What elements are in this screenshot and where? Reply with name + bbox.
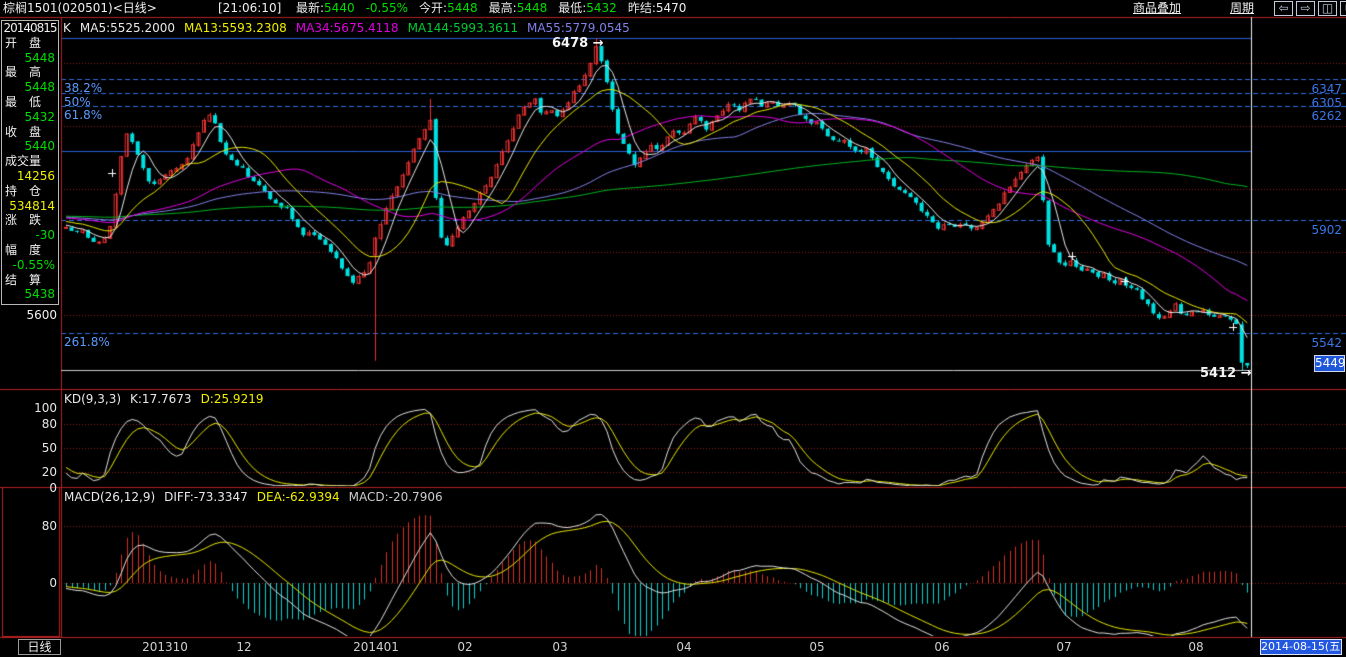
quote-row-value: 5438 [24, 287, 55, 302]
ma-readout-item: MA13:5593.2308 [184, 21, 287, 35]
quote-row-label: 持 仓 [5, 183, 42, 198]
axis-tick: 12 [236, 640, 252, 654]
back-arrow-icon[interactable]: ⇦ [1274, 1, 1293, 16]
quote-row-label: 涨 跌 [5, 213, 42, 228]
quote-panel: 20140815 开 盘 5448 最 高 5448 最 低 5432 收 盘 5440 成交量 1… [1, 20, 59, 305]
top-bar: 棕榈1501(020501)<日线> [21:06:10] 最新:5440 -0.… [0, 0, 1346, 17]
left-axis-price-label: 5600 [26, 308, 57, 322]
summary-field-value: 5470 [655, 1, 687, 15]
quote-row-label: 最 低 [5, 94, 42, 109]
axis-tick: 06 [934, 640, 950, 654]
low-annotation: 5412 → [1200, 366, 1252, 381]
cursor-date-badge: 2014-08-15(五) [1260, 639, 1342, 655]
quote-row-value: 5440 [24, 139, 55, 154]
link-commodity-overlay[interactable]: 商品叠加 [1133, 0, 1181, 16]
kd-scale-label: 20 [41, 465, 57, 479]
summary-field: 今开:5448 [419, 0, 478, 16]
quote-row-value: -0.55% [12, 257, 55, 272]
quote-row-value: 5448 [24, 80, 55, 95]
link-period[interactable]: 周期 [1230, 0, 1254, 16]
macd-readout-item: DIFF:-73.3347 [164, 490, 248, 504]
high-annotation: 6478 → [552, 36, 604, 51]
quote-row-label: 开 盘 [5, 35, 42, 50]
kd-readout: KD(9,3,3) K:17.7673 D:25.9219 [64, 392, 263, 406]
ma-readout-item: K [63, 21, 71, 35]
period-selector[interactable]: 日线 [18, 639, 61, 655]
time-axis: 日线 201310 12 201401 02 03 04 05 06 07 08 2014-08-… [0, 638, 1346, 657]
macd-readout-item: MACD(26,12,9) [64, 490, 156, 504]
fib-level-label: 61.8% [64, 108, 103, 123]
summary-field: 最新:5440 [296, 0, 355, 16]
forward-arrow-icon[interactable]: ⇨ [1296, 1, 1315, 16]
summary-field-value: -0.55% [365, 1, 409, 15]
quote-row-value: 534814 [9, 198, 55, 213]
axis-tick: 05 [809, 640, 825, 654]
axis-tick: 03 [552, 640, 568, 654]
fib-level-label: 261.8% [64, 335, 110, 350]
instrument-title: 棕榈1501(020501)<日线> [3, 1, 157, 15]
latest-price-badge: 5449 [1314, 354, 1346, 372]
ma-readout-item: MA5:5525.2000 [79, 21, 176, 35]
quote-row-value: 5432 [24, 109, 55, 124]
quote-row-label: 最 高 [5, 65, 42, 80]
fib-level-label: 38.2% [64, 81, 103, 96]
axis-tick: 02 [457, 640, 473, 654]
summary-field-label: 最新: [296, 1, 325, 15]
kd-scale-label: 80 [41, 417, 57, 431]
ma-readout-item: MA34:5675.4118 [295, 21, 399, 35]
chart-canvas[interactable] [0, 0, 1346, 657]
axis-tick: 04 [676, 640, 692, 654]
axis-tick: 201401 [353, 640, 399, 654]
summary-field-value: 5440 [324, 1, 355, 15]
kd-scale-label: 100 [34, 401, 57, 415]
kd-scale-label: 50 [41, 441, 57, 455]
right-axis-price-label: 5902 [1311, 222, 1342, 237]
ma-readout: K MA5:5525.2000 MA13:5593.2308 MA34:5675.41… [63, 21, 630, 35]
quote-row-value: 5448 [24, 50, 55, 65]
ma-readout-item: MA144:5993.3611 [407, 21, 518, 35]
summary-field-label: 最高: [488, 1, 517, 15]
quote-row-label: 收 盘 [5, 124, 42, 139]
kd-scale-label: 0 [49, 481, 57, 495]
summary-field-label: 昨结: [627, 1, 656, 15]
quote-date: 20140815 [3, 21, 57, 35]
macd-scale-label: 80 [41, 519, 57, 533]
summary-field-value: 5448 [516, 1, 548, 15]
axis-tick: 08 [1188, 640, 1204, 654]
summary-field-value: 5432 [586, 1, 617, 15]
axis-tick: 201310 [142, 640, 188, 654]
macd-readout-item: MACD:-20.7906 [348, 490, 443, 504]
summary-field: -0.55% [366, 0, 408, 16]
nav-icon-group: ⇦⇨◫⧉ [1274, 1, 1346, 16]
summary-field: 最低:5432 [558, 0, 617, 16]
quote-row-label: 成交量 [5, 154, 42, 169]
kd-readout-item: K:17.7673 [130, 392, 192, 406]
trading-terminal: 棕榈1501(020501)<日线> [21:06:10] 最新:5440 -0.… [0, 0, 1346, 657]
summary-field-value: 5448 [447, 1, 478, 15]
quote-row-value: -30 [35, 228, 55, 243]
macd-readout: MACD(26,12,9) DIFF:-73.3347 DEA:-62.9394 MA… [64, 490, 443, 504]
summary-field-label: 今开: [419, 1, 448, 15]
quote-summary: 最新:5440 -0.55% 今开:5448 最高:5448 最低:5432 昨结:547… [296, 0, 686, 16]
right-axis-price-label: 6305 [1311, 95, 1342, 110]
kd-readout-item: KD(9,3,3) [64, 392, 122, 406]
quote-row-label: 结 算 [5, 272, 42, 287]
macd-scale-label: 0 [49, 576, 57, 590]
fib-level-label: 50% [64, 94, 91, 109]
kd-readout-item: D:25.9219 [200, 392, 264, 406]
cascade-windows-icon[interactable]: ⧉ [1340, 1, 1346, 16]
right-axis-price-label: 5542 [1311, 336, 1342, 351]
ma-readout-item: MA55:5779.0545 [526, 21, 630, 35]
summary-field: 最高:5448 [489, 0, 548, 16]
summary-field-label: 最低: [558, 1, 587, 15]
split-window-icon[interactable]: ◫ [1318, 1, 1337, 16]
quote-row-value: 14256 [16, 168, 55, 183]
quote-row-label: 幅 度 [5, 242, 42, 257]
macd-readout-item: DEA:-62.9394 [256, 490, 340, 504]
summary-field: 昨结:5470 [628, 0, 687, 16]
axis-tick: 07 [1056, 640, 1072, 654]
right-axis-price-label: 6262 [1311, 109, 1342, 124]
clock: [21:06:10] [218, 1, 282, 15]
right-axis-price-label: 6347 [1311, 82, 1342, 97]
